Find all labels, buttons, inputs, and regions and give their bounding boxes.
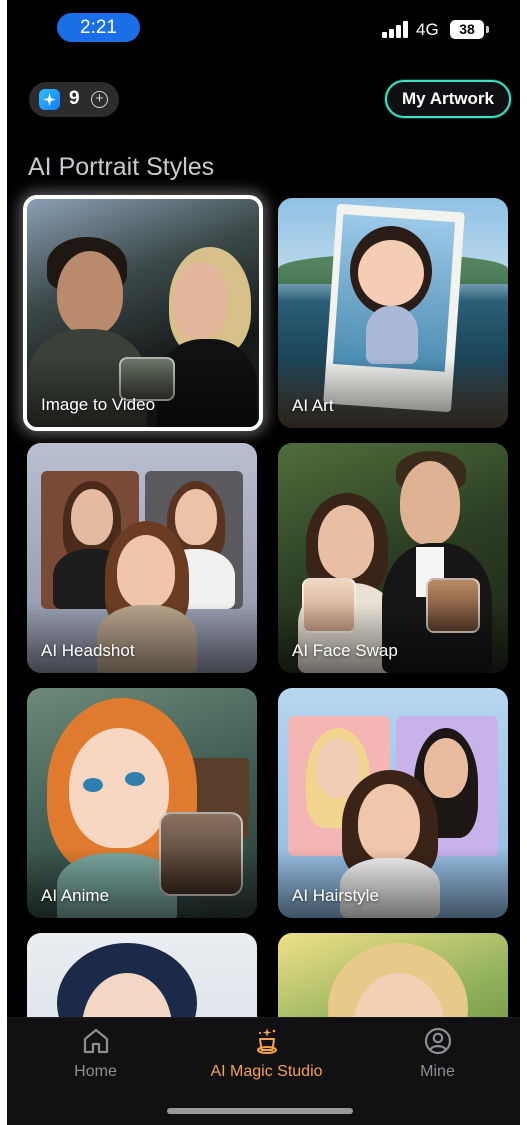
credit-count: 9 [69,88,80,109]
nav-label: Mine [420,1063,455,1080]
plus-circle-icon[interactable]: + [91,91,108,108]
card-shade [27,603,257,673]
style-card-label: AI Anime [41,886,110,905]
nav-ai-magic-studio[interactable]: AI Magic Studio [181,1018,352,1108]
style-card-ai-anime[interactable]: AI Anime [27,688,257,918]
card-shade [278,848,508,918]
style-card-label: AI Face Swap [292,641,398,660]
user-circle-icon [424,1027,451,1055]
battery-icon: 38 [450,20,484,39]
status-bar: 2:21 4G 38 [7,0,520,50]
style-card-ai-art[interactable]: AI Art [278,198,508,428]
card-art [71,489,113,545]
card-shade [278,358,508,428]
card-art [57,251,123,335]
card-art [424,738,468,798]
section-title: AI Portrait Styles [28,153,215,181]
style-card-label: Image to Video [41,395,156,414]
magic-hat-icon [256,1028,277,1054]
style-card-ai-headshot[interactable]: AI Headshot [27,443,257,673]
card-art [83,778,103,792]
card-art [125,772,145,786]
card-art [117,535,175,609]
card-shade [27,357,259,427]
app-screen: 2:21 4G 38 9 + My Artwork AI Portrait St… [7,0,520,1125]
network-label: 4G [416,20,439,39]
card-shade [27,848,257,918]
signal-icon [382,21,410,38]
home-icon [83,1028,108,1054]
home-indicator[interactable] [167,1108,353,1114]
my-artwork-button[interactable]: My Artwork [385,80,511,118]
style-card-image-to-video[interactable]: Image to Video [23,195,263,431]
style-card-label: AI Art [292,396,334,415]
style-card-label: AI Hairstyle [292,886,379,905]
sparkle-icon [39,89,60,110]
card-art [175,489,217,545]
status-time: 2:21 [57,13,140,42]
card-art [358,240,424,306]
card-art [400,461,460,545]
card-shade [278,603,508,673]
card-art [366,306,418,364]
battery-cap [486,26,489,33]
nav-label: AI Magic Studio [210,1063,323,1080]
credits-pill[interactable]: 9 + [29,82,119,117]
style-card-ai-hairstyle[interactable]: AI Hairstyle [278,688,508,918]
nav-label: Home [74,1063,117,1080]
style-card-label: AI Headshot [41,641,135,660]
style-card-ai-face-swap[interactable]: AI Face Swap [278,443,508,673]
card-art [172,261,228,339]
card-art [318,505,374,579]
nav-mine[interactable]: Mine [352,1018,520,1108]
nav-home[interactable]: Home [10,1018,181,1108]
